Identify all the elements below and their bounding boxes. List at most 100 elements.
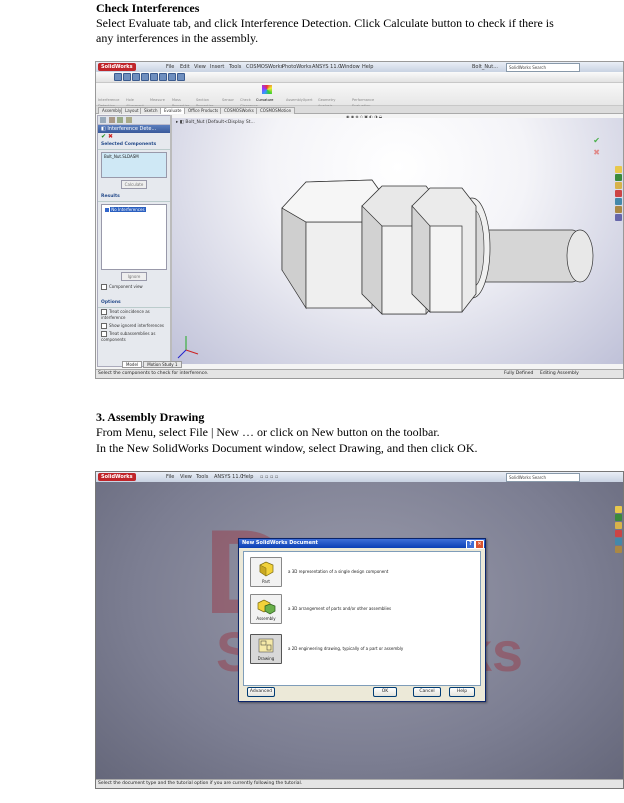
graphics-area[interactable]: ▸ ◧ Bolt_Nut (Default<Display St... ✔ ✖ — [172, 118, 624, 364]
bolt-nut-model[interactable] — [172, 118, 624, 364]
curvature-icon[interactable] — [262, 85, 272, 94]
appearances-icon[interactable] — [615, 546, 622, 553]
drawing-tile[interactable]: Drawing — [250, 634, 282, 664]
document-type-list: Part a 3D representation of a single des… — [243, 551, 481, 686]
quick-access-icons[interactable]: ▫ ▫ ▫ ▫ — [260, 474, 278, 480]
menu-item-insert[interactable]: Insert — [210, 64, 224, 70]
assembly-tile[interactable]: Assembly — [250, 594, 282, 624]
resources-icon[interactable] — [615, 506, 622, 513]
menu-item-ansys[interactable]: ANSYS 11.0 — [312, 64, 341, 70]
ok-check-icon[interactable]: ✔ — [101, 133, 106, 140]
result-item[interactable]: No Interferences — [110, 207, 146, 212]
menu-item-tools[interactable]: Tools — [196, 474, 208, 480]
design-library-icon[interactable] — [615, 514, 622, 521]
selected-component-item[interactable]: Bolt_Nut.SLDASM — [102, 153, 166, 161]
menu-item-file[interactable]: File — [166, 474, 174, 480]
panel-title-text: Interference Dete... — [107, 126, 157, 132]
solidworks-new-document-screenshot: SolidWorks File View Tools ANSYS 11.0 He… — [95, 471, 624, 789]
instruction-line: From Menu, select File | New … or click … — [96, 425, 440, 439]
ignore-button[interactable]: Ignore — [121, 272, 147, 281]
view-palette-icon[interactable] — [615, 198, 622, 205]
tab-cosmosmotion[interactable]: COSMOSMotion — [256, 107, 296, 114]
drawing-description: a 2D engineering drawing, typically of a… — [288, 646, 404, 651]
menu-item-tools[interactable]: Tools — [229, 64, 241, 70]
advanced-button[interactable]: Advanced — [247, 687, 275, 697]
instruction-line: Select Evaluate tab, and click Interfere… — [96, 16, 554, 30]
solidworks-interference-screenshot: SolidWorks File Edit View Insert Tools C… — [95, 61, 624, 379]
status-fully-defined: Fully Defined — [504, 371, 534, 376]
print-icon[interactable] — [141, 73, 149, 81]
menu-item-help[interactable]: Help — [242, 474, 253, 480]
document-name: Bolt_Nut... — [472, 64, 498, 70]
ribbon-measure[interactable]: Measure — [150, 97, 165, 103]
file-explorer-icon[interactable] — [615, 522, 622, 529]
dimxpert-icon[interactable] — [125, 117, 132, 123]
search-input[interactable]: SolidWorks Search — [506, 473, 580, 482]
configurationmanager-icon[interactable] — [117, 117, 124, 123]
drawing-icon — [258, 638, 274, 653]
save-icon[interactable] — [132, 73, 140, 81]
option-treat-coincidence[interactable]: Treat coincidence as interference — [98, 308, 170, 322]
component-view-checkbox[interactable]: Component view — [98, 283, 170, 291]
instruction-line: any interferences in the assembly. — [96, 31, 259, 45]
help-question-icon[interactable]: ? — [466, 540, 475, 549]
menu-item-cosmosworks[interactable]: COSMOSWorks — [246, 64, 283, 70]
part-tile[interactable]: Part — [250, 557, 282, 587]
options-icon[interactable] — [168, 73, 176, 81]
menu-item-view[interactable]: View — [194, 64, 206, 70]
cancel-x-icon[interactable]: ✖ — [108, 133, 113, 140]
menu-item-window[interactable]: Window — [340, 64, 360, 70]
undo-icon[interactable] — [150, 73, 158, 81]
part-icon — [259, 561, 274, 577]
view-palette-icon[interactable] — [615, 538, 622, 545]
open-icon[interactable] — [123, 73, 131, 81]
search-results-icon[interactable] — [615, 190, 622, 197]
tab-office-products[interactable]: Office Products — [184, 107, 223, 114]
option-treat-subassemblies[interactable]: Treat subassemblies as components — [98, 330, 170, 344]
ok-button[interactable]: OK — [373, 687, 397, 697]
task-pane-tabs — [615, 166, 622, 222]
results-list[interactable]: No Interferences — [101, 204, 167, 270]
selected-components-header[interactable]: Selected Components — [98, 141, 170, 150]
file-explorer-icon[interactable] — [615, 182, 622, 189]
dialog-title-bar: New SolidWorks Document ? ✕ — [239, 539, 485, 549]
tab-motion-study[interactable]: Motion Study 1 — [143, 361, 182, 368]
menu-item-ansys[interactable]: ANSYS 11.0 — [214, 474, 243, 480]
cancel-button[interactable]: Cancel — [413, 687, 441, 697]
menu-item-help[interactable]: Help — [362, 64, 373, 70]
close-icon[interactable]: ✕ — [475, 540, 484, 549]
menu-item-edit[interactable]: Edit — [180, 64, 190, 70]
search-input[interactable]: SolidWorks Search — [506, 63, 580, 72]
property-manager-panel: ◧ Interference Dete... ✔ ✖ Selected Comp… — [97, 115, 171, 367]
confirm-cancel-icon[interactable]: ✖ — [593, 149, 600, 157]
confirm-check-icon[interactable]: ✔ — [593, 137, 600, 145]
instruction-line: In the New SolidWorks Document window, s… — [96, 441, 478, 455]
ribbon-sensor[interactable]: Sensor — [222, 97, 234, 103]
help-button[interactable]: Help — [449, 687, 475, 697]
menu-item-file[interactable]: File — [166, 64, 174, 70]
ribbon-assemblyxpert[interactable]: AssemblyXpert — [286, 97, 312, 103]
ribbon-curvature[interactable]: Curvature — [256, 97, 273, 103]
search-results-icon[interactable] — [615, 530, 622, 537]
new-icon[interactable] — [114, 73, 122, 81]
featuremanager-icon[interactable] — [100, 117, 106, 123]
option-show-ignored[interactable]: Show ignored interferences — [98, 322, 170, 330]
rebuild-icon[interactable] — [159, 73, 167, 81]
custom-properties-icon[interactable] — [615, 214, 622, 221]
menu-item-view[interactable]: View — [180, 474, 192, 480]
results-header[interactable]: Results — [98, 193, 170, 202]
propertymanager-icon[interactable] — [108, 117, 115, 123]
options-header[interactable]: Options — [98, 299, 170, 308]
appearances-icon[interactable] — [615, 206, 622, 213]
tab-model[interactable]: Model — [122, 361, 143, 368]
select-icon[interactable] — [177, 73, 185, 81]
tab-evaluate[interactable]: Evaluate — [160, 107, 186, 114]
design-library-icon[interactable] — [615, 174, 622, 181]
resources-icon[interactable] — [615, 166, 622, 173]
status-bar: Select the document type and the tutoria… — [96, 779, 623, 788]
menu-item-photoworks[interactable]: PhotoWorks — [282, 64, 312, 70]
selected-components-list[interactable]: Bolt_Nut.SLDASM — [101, 152, 167, 178]
calculate-button[interactable]: Calculate — [121, 180, 147, 189]
tab-cosmosworks[interactable]: COSMOSWorks — [220, 107, 258, 114]
tab-sketch[interactable]: Sketch — [140, 107, 162, 114]
